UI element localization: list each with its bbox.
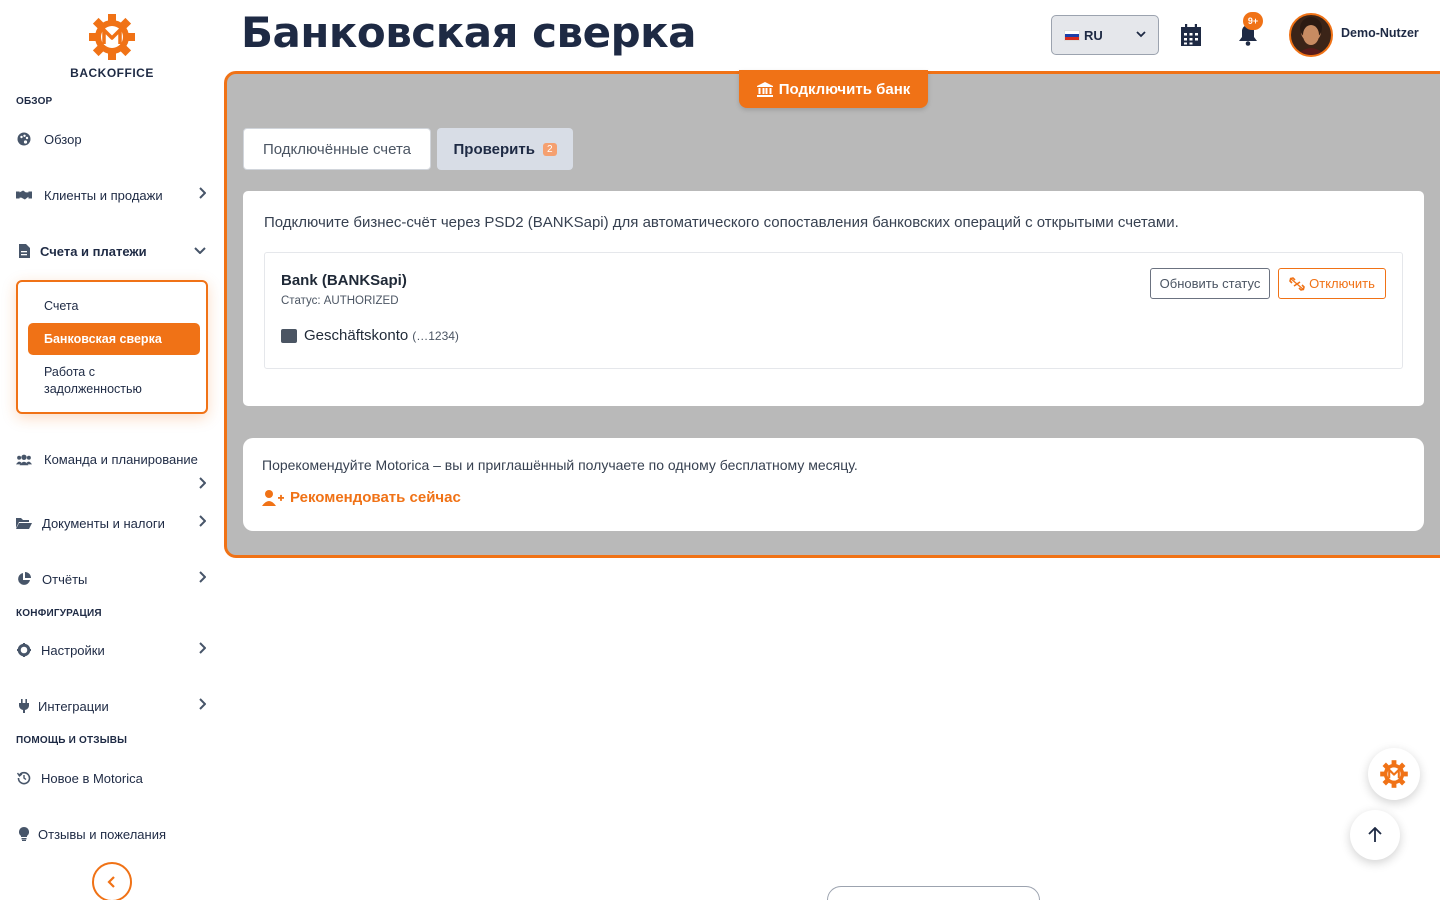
lightbulb-icon <box>16 826 32 842</box>
bank-status: Статус: AUTHORIZED <box>281 295 399 307</box>
chevron-right-icon <box>198 515 207 530</box>
user-plus-icon <box>262 489 284 506</box>
sidebar-item-label: Новое в Motorica <box>41 771 143 786</box>
sidebar-item-clients[interactable]: Клиенты и продажи <box>16 187 208 205</box>
chevron-right-icon <box>198 571 207 586</box>
assistant-button[interactable] <box>1368 748 1420 800</box>
unlink-icon <box>1289 276 1305 291</box>
bank-connection: Bank (BANKSapi) Статус: AUTHORIZED Gesch… <box>264 252 1403 369</box>
sidebar-item-label: Команда и планирование <box>44 452 198 467</box>
chevron-right-icon <box>198 477 207 492</box>
sidebar-item-label: Счета и платежи <box>40 244 147 259</box>
gear-icon <box>16 642 32 658</box>
sidebar-item-label: Отчёты <box>42 572 88 587</box>
subitem-invoices[interactable]: Счета <box>28 298 200 315</box>
section-label-config: КОНФИГУРАЦИЯ <box>16 608 102 619</box>
disconnect-label: Отключить <box>1309 276 1375 291</box>
palette-icon <box>16 131 32 147</box>
disconnect-button[interactable]: Отключить <box>1278 268 1386 299</box>
sidebar-item-integrations[interactable]: Интеграции <box>16 698 208 716</box>
bank-accounts-card: Подключите бизнес-счёт через PSD2 (BANKS… <box>243 191 1424 406</box>
language-select[interactable]: RU <box>1051 15 1159 55</box>
russia-flag-icon <box>1064 29 1080 41</box>
user-name[interactable]: Demo-Nutzer <box>1341 26 1419 40</box>
language-value: RU <box>1084 27 1103 43</box>
sidebar-item-label: Документы и налоги <box>42 516 165 531</box>
sidebar-item-label: Клиенты и продажи <box>44 188 163 203</box>
sidebar-item-label: Обзор <box>44 132 82 147</box>
logo-text: BACKOFFICE <box>70 66 154 80</box>
arrow-up-icon <box>1368 827 1382 842</box>
subitem-dunning[interactable]: Работа с задолженностью <box>28 364 178 398</box>
sidebar-item-documents[interactable]: Документы и налоги <box>16 515 208 533</box>
connect-bank-label: Подключить банк <box>778 80 911 98</box>
chevron-down-icon <box>194 243 206 257</box>
sidebar-item-label: Интеграции <box>38 699 109 714</box>
footer-pill[interactable] <box>827 886 1040 900</box>
review-count-badge: 2 <box>542 142 557 156</box>
plug-icon <box>16 698 32 714</box>
chevron-down-icon <box>1136 29 1146 41</box>
sidebar-item-whats-new[interactable]: Новое в Motorica <box>16 770 208 788</box>
sidebar-item-feedback[interactable]: Отзывы и пожелания <box>16 826 208 844</box>
motorica-logo[interactable] <box>87 12 137 62</box>
intro-text: Подключите бизнес-счёт через PSD2 (BANKS… <box>264 214 1179 231</box>
sidebar: BACKOFFICE ОБЗОР Обзор Клиенты и продажи… <box>0 0 224 900</box>
tab-connected-accounts[interactable]: Подключённые счета <box>243 128 431 170</box>
chevron-right-icon <box>198 642 207 657</box>
tab-label: Подключённые счета <box>262 140 411 158</box>
folder-open-icon <box>16 515 32 531</box>
pie-chart-icon <box>16 571 32 587</box>
recommend-now-label: Рекомендовать сейчас <box>290 489 461 506</box>
account-name: Geschäftskonto <box>304 327 409 344</box>
bank-icon <box>756 81 773 97</box>
subitem-bank-reconciliation[interactable]: Банковская сверка <box>28 323 200 355</box>
chevron-right-icon <box>198 698 207 713</box>
tab-review[interactable]: Проверить 2 <box>437 128 573 170</box>
refresh-status-button[interactable]: Обновить статус <box>1150 268 1270 299</box>
connect-bank-button[interactable]: Подключить банк <box>739 70 928 108</box>
sidebar-item-overview[interactable]: Обзор <box>16 131 208 149</box>
scroll-to-top-button[interactable] <box>1350 810 1400 860</box>
referral-card: Порекомендуйте Motorica – вы и приглашён… <box>243 438 1424 531</box>
account-number: (…1234) <box>412 328 459 343</box>
motorica-logo-icon <box>1380 760 1408 788</box>
sidebar-item-settings[interactable]: Настройки <box>16 642 208 660</box>
avatar[interactable] <box>1289 13 1333 57</box>
collapse-sidebar-button[interactable] <box>92 862 132 900</box>
chevron-left-icon <box>107 876 115 888</box>
bank-name: Bank (BANKSapi) <box>281 272 407 289</box>
users-icon <box>16 451 32 467</box>
account-row: Geschäftskonto (…1234) <box>281 327 459 344</box>
tab-label: Проверить <box>453 140 535 158</box>
page-title: Банковская сверка <box>241 8 697 57</box>
submenu-invoices: Счета Банковская сверка Работа с задолже… <box>16 280 208 414</box>
sidebar-item-label: Отзывы и пожелания <box>38 827 167 842</box>
calendar-icon[interactable] <box>1180 23 1202 47</box>
invoice-icon <box>16 243 32 259</box>
sidebar-item-invoices[interactable]: Счета и платежи <box>16 243 208 261</box>
referral-text: Порекомендуйте Motorica – вы и приглашён… <box>262 457 858 473</box>
handshake-icon <box>16 187 32 203</box>
notifications-badge: 9+ <box>1243 12 1263 30</box>
recommend-now-link[interactable]: Рекомендовать сейчас <box>262 489 461 506</box>
sidebar-item-reports[interactable]: Отчёты <box>16 571 208 589</box>
sidebar-item-team[interactable]: Команда и планирование <box>16 451 208 489</box>
wallet-icon <box>281 328 297 343</box>
section-label-overview: ОБЗОР <box>16 96 53 107</box>
sidebar-item-label: Настройки <box>41 643 105 658</box>
chevron-right-icon <box>198 187 207 202</box>
history-icon <box>16 770 32 786</box>
section-label-help: ПОМОЩЬ И ОТЗЫВЫ <box>16 735 128 746</box>
